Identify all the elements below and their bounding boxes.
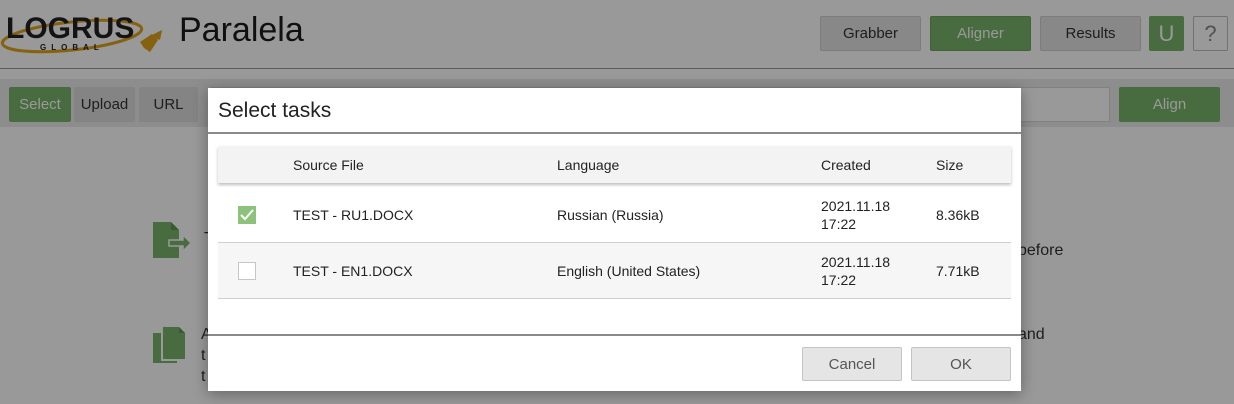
row-created-time: 17:22 <box>821 271 857 288</box>
row-checkbox[interactable] <box>238 261 256 280</box>
dialog-footer: Cancel OK <box>208 334 1021 391</box>
row-language: Russian (Russia) <box>557 206 664 223</box>
row-size: 8.36kB <box>936 206 980 223</box>
row-created: 2021.11.18 17:22 <box>821 243 890 298</box>
row-created-date: 2021.11.18 <box>821 253 891 270</box>
column-header-size[interactable]: Size <box>936 146 963 183</box>
ok-button[interactable]: OK <box>911 347 1011 381</box>
row-created-date: 2021.11.18 <box>821 197 891 214</box>
row-created-time: 17:22 <box>821 215 857 232</box>
tasks-table: Source File Language Created Size TEST -… <box>218 146 1011 299</box>
row-source-file: TEST - RU1.DOCX <box>293 206 414 223</box>
checkmark-icon <box>240 208 254 220</box>
row-checkbox[interactable] <box>238 205 256 224</box>
dialog-header: Select tasks <box>208 88 1021 134</box>
cancel-button[interactable]: Cancel <box>802 347 902 381</box>
row-language: English (United States) <box>557 262 701 279</box>
table-row[interactable]: TEST - RU1.DOCX Russian (Russia) 2021.11… <box>218 187 1011 243</box>
select-tasks-dialog: Select tasks Source File Language Create… <box>208 88 1021 391</box>
row-created: 2021.11.18 17:22 <box>821 187 890 242</box>
column-header-created[interactable]: Created <box>821 146 871 183</box>
dialog-title: Select tasks <box>218 99 332 122</box>
column-header-source-file[interactable]: Source File <box>293 146 364 183</box>
table-row[interactable]: TEST - EN1.DOCX English (United States) … <box>218 243 1011 299</box>
column-header-language[interactable]: Language <box>557 146 619 183</box>
table-header: Source File Language Created Size <box>218 146 1011 183</box>
row-source-file: TEST - EN1.DOCX <box>293 262 413 279</box>
row-size: 7.71kB <box>936 262 980 279</box>
